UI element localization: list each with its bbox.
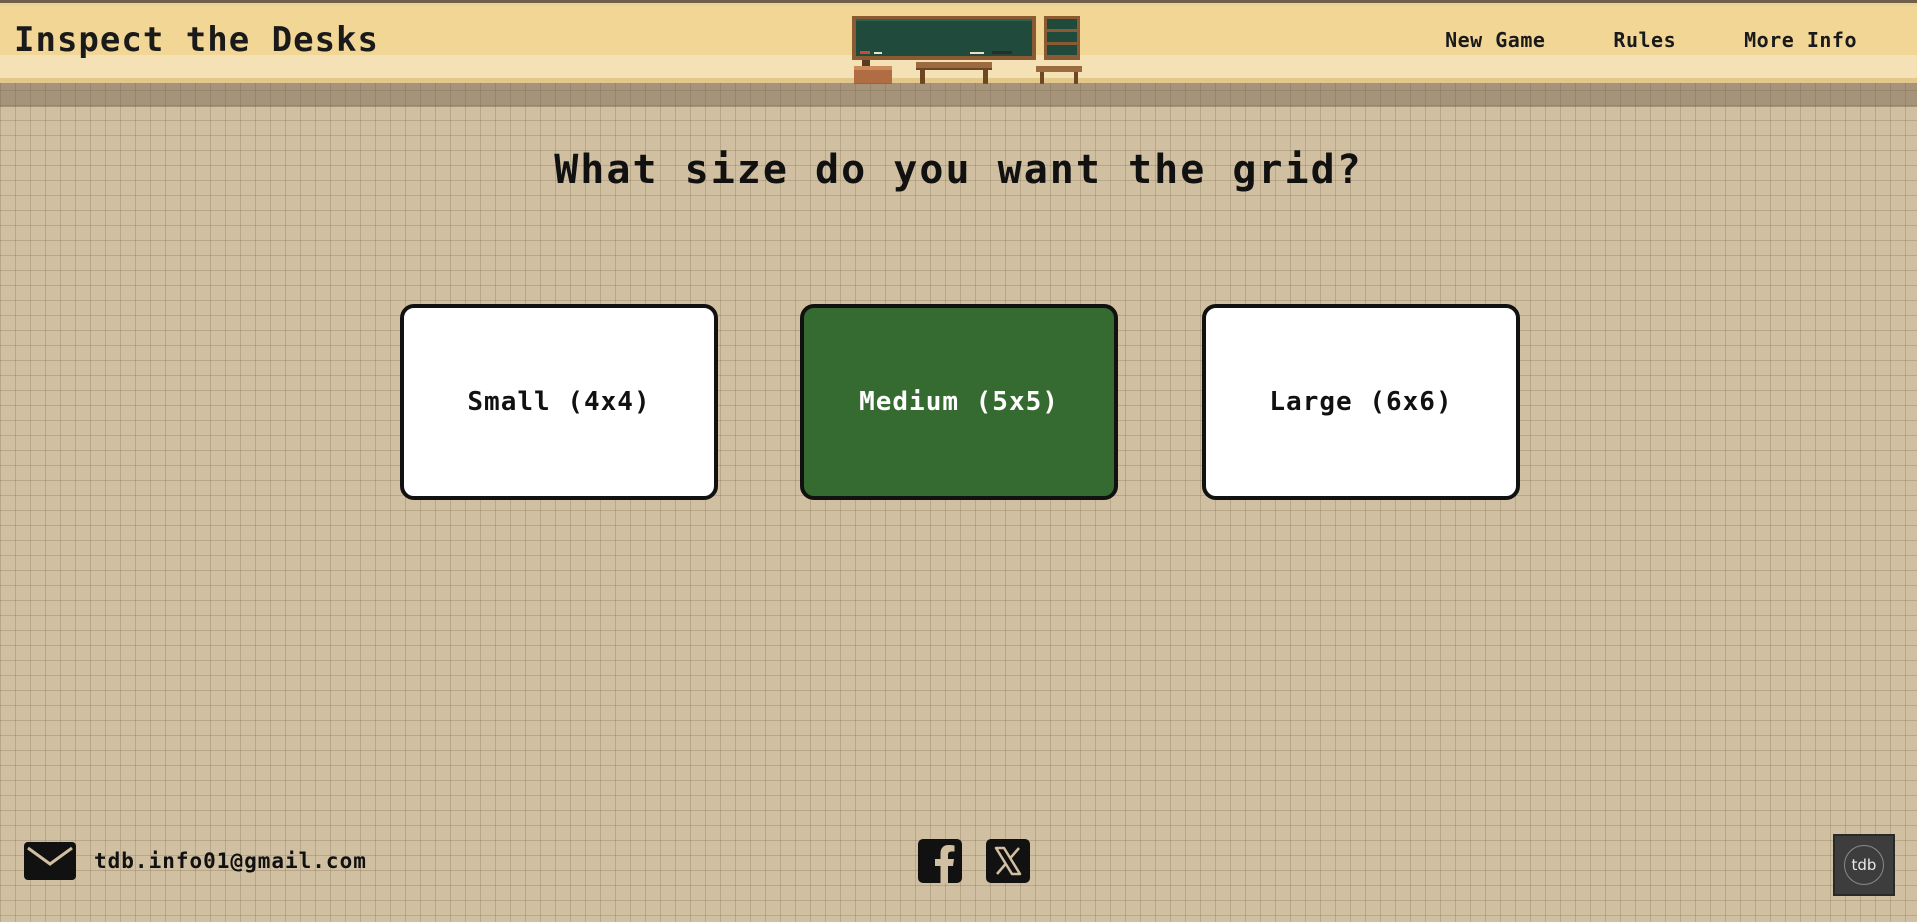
envelope-icon[interactable] [24, 842, 76, 880]
main-nav: New Game Rules More Info [1445, 26, 1857, 54]
grid-size-medium-button[interactable]: Medium (5x5) [800, 304, 1118, 500]
grid-size-small-button[interactable]: Small (4x4) [400, 304, 718, 500]
grid-size-small-label: Small (4x4) [467, 387, 651, 417]
header-bar: Inspect the Desks New Game Rules More In… [0, 0, 1917, 84]
nav-new-game-link[interactable]: New Game [1445, 26, 1545, 54]
nav-more-info-link[interactable]: More Info [1744, 26, 1857, 54]
x-icon[interactable] [986, 839, 1030, 883]
grid-size-large-label: Large (6x6) [1269, 387, 1453, 417]
tdb-badge-label: tdb [1844, 845, 1884, 885]
header-shadow [0, 83, 1917, 107]
grid-size-medium-label: Medium (5x5) [859, 387, 1059, 417]
site-title[interactable]: Inspect the Desks [14, 20, 379, 60]
grid-size-question: What size do you want the grid? [554, 147, 1363, 193]
facebook-icon[interactable] [918, 839, 962, 883]
grid-size-large-button[interactable]: Large (6x6) [1202, 304, 1520, 500]
classroom-logo-image [852, 16, 1082, 84]
nav-rules-link[interactable]: Rules [1613, 26, 1676, 54]
contact-email-text[interactable]: tdb.info01@gmail.com [94, 849, 367, 873]
grid-size-options: Small (4x4) Medium (5x5) Large (6x6) [400, 304, 1522, 500]
tdb-badge[interactable]: tdb [1833, 834, 1895, 896]
social-links [918, 839, 1030, 883]
contact-email: tdb.info01@gmail.com [24, 842, 367, 880]
